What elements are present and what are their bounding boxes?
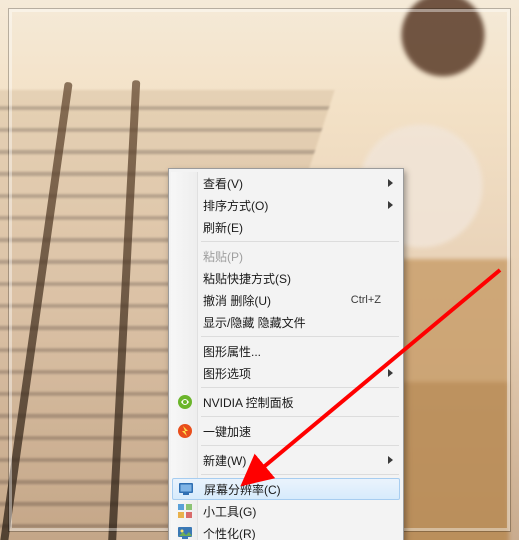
blank-icon xyxy=(177,197,193,213)
menu-separator xyxy=(201,387,399,388)
context-menu-item-显示-隐藏-隐藏文件[interactable]: 显示/隐藏 隐藏文件 xyxy=(171,311,401,333)
context-menu-item-粘贴: 粘贴(P) xyxy=(171,245,401,267)
gadgets-icon xyxy=(177,503,193,519)
blank-icon xyxy=(177,343,193,359)
accel-icon xyxy=(177,423,193,439)
menu-item-label: 撤消 删除(U) xyxy=(203,292,351,309)
submenu-arrow-icon xyxy=(388,179,393,187)
context-menu-item-粘贴快捷方式[interactable]: 粘贴快捷方式(S) xyxy=(171,267,401,289)
menu-item-label: 刷新(E) xyxy=(203,219,381,236)
menu-item-label: 粘贴快捷方式(S) xyxy=(203,270,381,287)
context-menu-item-一键加速[interactable]: 一键加速 xyxy=(171,420,401,442)
menu-item-label: 图形选项 xyxy=(203,365,381,382)
menu-item-label: 排序方式(O) xyxy=(203,197,381,214)
menu-item-label: NVIDIA 控制面板 xyxy=(203,394,381,411)
blank-icon xyxy=(177,292,193,308)
context-menu-item-新建[interactable]: 新建(W) xyxy=(171,449,401,471)
menu-item-label: 显示/隐藏 隐藏文件 xyxy=(203,314,381,331)
menu-item-label: 个性化(R) xyxy=(203,525,381,540)
menu-separator xyxy=(201,416,399,417)
context-menu-item-查看[interactable]: 查看(V) xyxy=(171,172,401,194)
blank-icon xyxy=(177,314,193,330)
menu-separator xyxy=(201,241,399,242)
desktop-context-menu: 查看(V) 排序方式(O) 刷新(E) 粘贴(P) 粘贴快捷方式(S) 撤消 删除(U)C… xyxy=(168,168,404,540)
menu-item-label: 新建(W) xyxy=(203,452,381,469)
menu-item-label: 查看(V) xyxy=(203,175,381,192)
context-menu-item-图形选项[interactable]: 图形选项 xyxy=(171,362,401,384)
context-menu-item-个性化[interactable]: 个性化(R) xyxy=(171,522,401,540)
menu-item-label: 小工具(G) xyxy=(203,503,381,520)
context-menu-item-排序方式[interactable]: 排序方式(O) xyxy=(171,194,401,216)
desktop-wallpaper[interactable]: 查看(V) 排序方式(O) 刷新(E) 粘贴(P) 粘贴快捷方式(S) 撤消 删除(U)C… xyxy=(0,0,519,540)
submenu-arrow-icon xyxy=(388,369,393,377)
menu-item-label: 屏幕分辨率(C) xyxy=(204,481,380,498)
menu-item-label: 粘贴(P) xyxy=(203,248,381,265)
menu-item-shortcut: Ctrl+Z xyxy=(351,294,381,306)
blank-icon xyxy=(177,452,193,468)
blank-icon xyxy=(177,219,193,235)
submenu-arrow-icon xyxy=(388,456,393,464)
screen-res-icon xyxy=(178,481,194,497)
blank-icon xyxy=(177,270,193,286)
blank-icon xyxy=(177,248,193,264)
nvidia-icon xyxy=(177,394,193,410)
menu-item-label: 图形属性... xyxy=(203,343,381,360)
context-menu-item-撤消-删除[interactable]: 撤消 删除(U)Ctrl+Z xyxy=(171,289,401,311)
personalize-icon xyxy=(177,525,193,540)
context-menu-item-小工具[interactable]: 小工具(G) xyxy=(171,500,401,522)
context-menu-item-屏幕分辨率[interactable]: 屏幕分辨率(C) xyxy=(172,478,400,500)
context-menu-item-图形属性[interactable]: 图形属性... xyxy=(171,340,401,362)
blank-icon xyxy=(177,365,193,381)
menu-separator xyxy=(201,445,399,446)
context-menu-item-nvidia-控制面板[interactable]: NVIDIA 控制面板 xyxy=(171,391,401,413)
menu-separator xyxy=(201,336,399,337)
menu-item-label: 一键加速 xyxy=(203,423,381,440)
blank-icon xyxy=(177,175,193,191)
menu-separator xyxy=(201,474,399,475)
context-menu-item-刷新[interactable]: 刷新(E) xyxy=(171,216,401,238)
submenu-arrow-icon xyxy=(388,201,393,209)
